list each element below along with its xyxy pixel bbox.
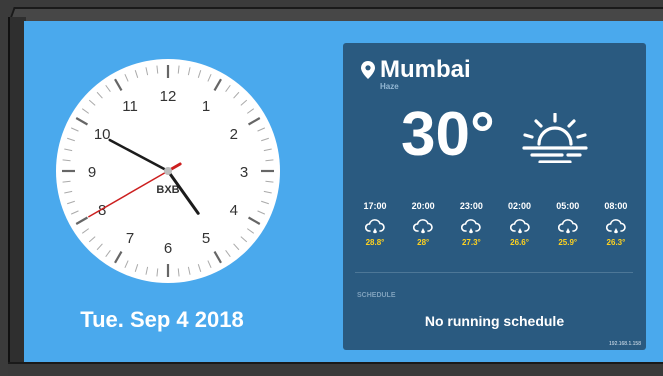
analog-clock: 121234567891011 BXB — [56, 59, 280, 283]
forecast-temp: 28.8° — [365, 238, 385, 247]
forecast-time: 08:00 — [604, 201, 628, 211]
location-row: Mumbai — [361, 56, 471, 84]
forecast-temp: 27.3° — [461, 238, 481, 247]
forecast-temp: 25.9° — [558, 238, 578, 247]
weather-condition: Haze — [380, 82, 399, 91]
current-date: Tue. Sep 4 2018 — [80, 307, 244, 332]
clock-center-cap — [164, 167, 172, 175]
cloud-rain-icon — [461, 219, 482, 234]
forecast-row: 17:00 28.8° 20:00 28° 23:00 27.3° 02:00 … — [351, 201, 640, 247]
cloud-rain-icon — [509, 219, 530, 234]
forecast-item: 05:00 25.9° — [544, 201, 592, 247]
forecast-item: 02:00 26.6° — [496, 201, 544, 247]
forecast-time: 02:00 — [508, 201, 532, 211]
cloud-rain-icon — [605, 219, 626, 234]
clock-number: 11 — [122, 98, 138, 115]
forecast-item: 23:00 27.3° — [447, 201, 495, 247]
forecast-time: 17:00 — [363, 201, 387, 211]
clock-number: 7 — [126, 230, 134, 247]
current-temperature: 30° — [401, 100, 495, 169]
forecast-temp: 28° — [417, 238, 430, 247]
forecast-time: 05:00 — [556, 201, 580, 211]
forecast-item: 17:00 28.8° — [351, 201, 399, 247]
card-divider — [355, 272, 633, 273]
clock-number: 6 — [164, 240, 172, 257]
clock-number: 12 — [160, 88, 177, 105]
clock-number: 5 — [202, 230, 210, 247]
cloud-rain-icon — [365, 219, 385, 234]
clock-number: 3 — [240, 164, 248, 181]
cloud-rain-icon — [413, 219, 433, 234]
forecast-temp: 26.3° — [606, 238, 626, 247]
schedule-label: SCHEDULE — [357, 292, 396, 299]
clock-number: 9 — [88, 164, 96, 181]
clock-number: 1 — [202, 98, 210, 115]
sun-haze-icon — [522, 113, 588, 163]
location-pin-icon — [361, 61, 375, 79]
ip-address: 192.168.1.158 — [609, 341, 641, 347]
forecast-item: 20:00 28° — [399, 201, 447, 247]
cloud-rain-icon — [557, 219, 578, 234]
schedule-status: No running schedule — [424, 313, 565, 329]
forecast-time: 20:00 — [411, 201, 435, 211]
clock-number: 10 — [94, 126, 111, 143]
forecast-item: 08:00 26.3° — [592, 201, 640, 247]
clock-number: 4 — [230, 202, 238, 219]
forecast-temp: 26.6° — [510, 238, 529, 247]
forecast-time: 23:00 — [459, 201, 483, 211]
display-screen: 12 1 2 3 4 5 6 7 8 9 10 11 BXB Tue. Sep 4 2018 Mumb… — [24, 21, 663, 362]
city-name: Mumbai — [380, 56, 471, 83]
clock-number: 2 — [230, 126, 238, 143]
clock-brand-logo: BXB — [156, 184, 179, 196]
weather-card: Mumbai Haze 30° 17:00 28.8° 20:00 28° 23… — [343, 43, 646, 350]
